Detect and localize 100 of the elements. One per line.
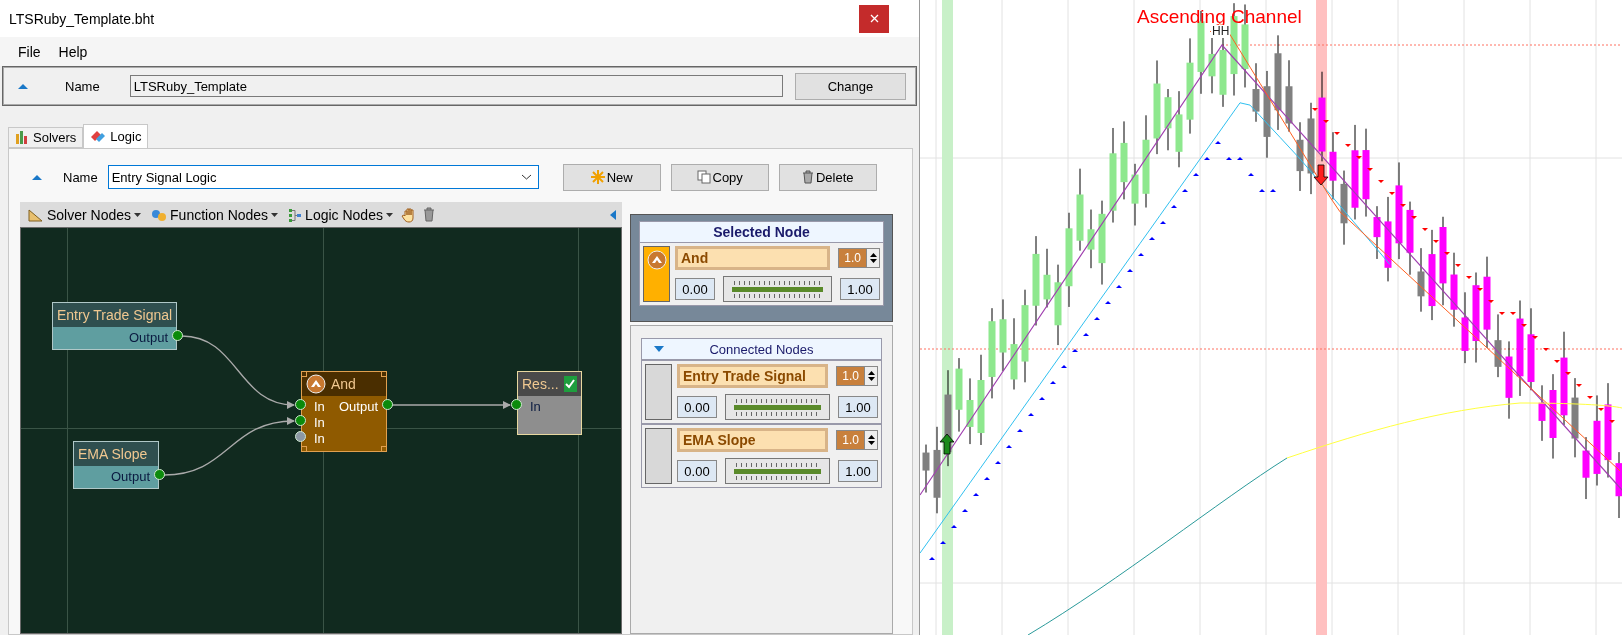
selection-handle[interactable] <box>301 446 307 452</box>
ruler-icon <box>28 207 44 222</box>
node-title: And <box>331 376 356 392</box>
min-value[interactable]: 0.00 <box>677 396 717 418</box>
min-value[interactable]: 0.00 <box>677 460 717 482</box>
node-type-icon <box>306 374 326 394</box>
node-title: EMA Slope <box>78 446 148 462</box>
port-label: In <box>314 398 325 414</box>
support-marker <box>1050 381 1056 384</box>
input-port[interactable] <box>295 415 306 426</box>
node-graph-canvas[interactable]: Entry Trade Signal Output EMA Slope Output And In Output In In Res... In <box>20 227 622 634</box>
candlestick <box>1131 163 1139 226</box>
candlestick <box>1329 131 1337 200</box>
input-port[interactable] <box>511 399 522 410</box>
resistance-marker <box>1466 276 1472 279</box>
resistance-marker <box>1455 264 1461 267</box>
port-label: Output <box>338 398 378 414</box>
bar-chart-icon <box>15 131 29 144</box>
node-title: Entry Trade Signal <box>57 307 173 323</box>
logic-node[interactable]: And In Output In In <box>301 371 387 452</box>
candlestick <box>1417 247 1425 313</box>
support-marker <box>1270 189 1276 192</box>
input-port[interactable] <box>295 399 306 410</box>
support-marker <box>962 509 968 512</box>
candlestick <box>1296 121 1304 192</box>
resistance-marker <box>1598 408 1604 411</box>
support-marker <box>1105 301 1111 304</box>
support-marker <box>1039 397 1045 400</box>
signal-node[interactable]: EMA Slope Output <box>73 441 159 489</box>
resistance-marker <box>1345 144 1351 147</box>
resistance-marker <box>1576 384 1582 387</box>
candlestick <box>1582 436 1590 500</box>
tab[interactable]: Solvers <box>8 127 84 148</box>
node-type-strip <box>645 364 672 420</box>
resistance-marker <box>1565 372 1571 375</box>
support-marker <box>984 477 990 480</box>
close-icon <box>869 14 879 23</box>
action-button[interactable]: New <box>562 163 661 191</box>
result-node[interactable]: Res... In <box>517 371 582 435</box>
resistance-marker <box>1422 228 1428 231</box>
resistance-marker <box>1411 216 1417 219</box>
input-port[interactable] <box>295 431 306 442</box>
expand-icon[interactable] <box>654 346 664 352</box>
toolbar-menu[interactable]: Function Nodes <box>149 206 281 223</box>
toolbar-menu[interactable]: Solver Nodes <box>26 206 144 223</box>
support-marker <box>1072 349 1078 352</box>
window-title: LTSRuby_Template.bht <box>9 10 155 27</box>
tab[interactable]: Logic <box>83 124 149 148</box>
support-marker <box>1259 189 1265 192</box>
menu-item[interactable]: File <box>18 43 41 60</box>
support-marker <box>1248 173 1254 176</box>
max-value[interactable]: 1.00 <box>840 278 880 300</box>
collapse-icon[interactable] <box>31 173 43 181</box>
range-slider[interactable] <box>723 276 832 302</box>
selection-handle[interactable] <box>381 446 387 452</box>
resistance-marker <box>1400 204 1406 207</box>
collapse-icon[interactable] <box>17 82 29 90</box>
menu-item[interactable]: Help <box>58 43 88 60</box>
action-button[interactable]: Copy <box>670 163 769 191</box>
support-marker <box>929 557 935 560</box>
candlestick <box>1164 88 1172 151</box>
node-name: And <box>675 246 831 270</box>
resistance-marker <box>1356 156 1362 159</box>
resistance-marker <box>1433 240 1439 243</box>
name-field[interactable]: LTSRuby_Template <box>129 75 783 97</box>
enabled-checkbox[interactable] <box>563 376 577 392</box>
spin-arrows-icon[interactable] <box>866 249 879 267</box>
signal-node[interactable]: Entry Trade Signal Output <box>52 302 177 350</box>
support-marker <box>951 525 957 528</box>
hand-icon[interactable] <box>400 206 417 223</box>
output-port[interactable] <box>172 330 183 341</box>
caret-icon <box>271 212 279 217</box>
chevron-down-icon <box>520 174 532 180</box>
change-button[interactable]: Change <box>795 72 906 100</box>
min-value[interactable]: 0.00 <box>675 278 715 300</box>
panel-header: Selected Node <box>639 221 884 243</box>
support-marker <box>1061 365 1067 368</box>
max-value[interactable]: 1.00 <box>838 396 878 418</box>
field-label: Name <box>65 78 100 94</box>
name-combo-box[interactable]: Entry Signal Logic <box>107 165 539 189</box>
candlestick <box>1538 384 1546 442</box>
close-button[interactable] <box>859 4 889 33</box>
candlestick <box>1087 209 1095 269</box>
output-port[interactable] <box>154 469 165 480</box>
spin-arrows-icon[interactable] <box>864 431 877 449</box>
max-value[interactable]: 1.00 <box>838 460 878 482</box>
spin-arrows-icon[interactable] <box>864 367 877 385</box>
support-marker <box>1094 317 1100 320</box>
caret-icon <box>385 212 393 217</box>
toolbar-menu[interactable]: Logic Nodes <box>286 206 395 223</box>
collapse-arrow-icon[interactable] <box>610 209 616 220</box>
resistance-marker <box>1389 192 1395 195</box>
action-button[interactable]: Delete <box>778 163 877 191</box>
range-slider[interactable] <box>725 458 830 484</box>
output-port[interactable] <box>382 399 393 410</box>
support-marker <box>973 493 979 496</box>
resistance-marker <box>1444 252 1450 255</box>
resistance-marker <box>1554 360 1560 363</box>
trash-icon[interactable] <box>422 207 435 222</box>
range-slider[interactable] <box>725 394 830 420</box>
